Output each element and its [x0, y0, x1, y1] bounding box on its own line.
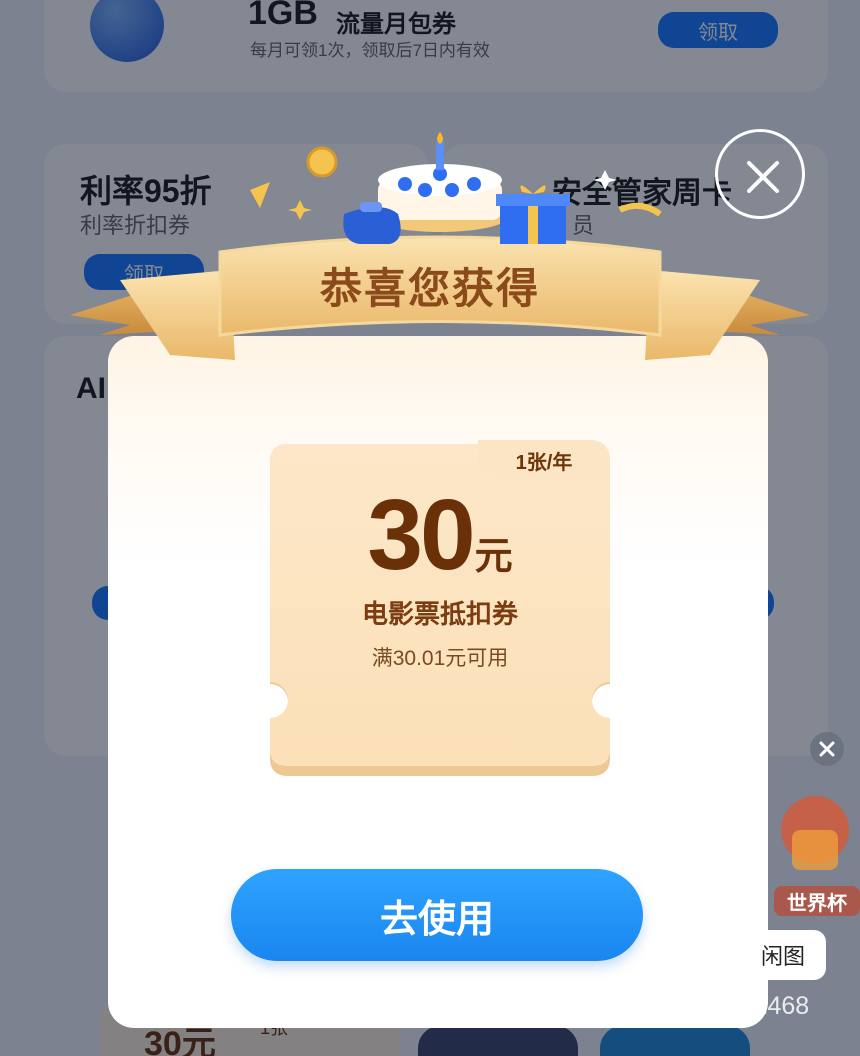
modal-title: 恭喜您获得 [319, 265, 540, 312]
share-image-button[interactable]: 闲图 [740, 930, 826, 980]
gift-icon [496, 185, 570, 244]
coupon-amount-value: 30 [367, 479, 475, 591]
coupon-amount: 30元 [270, 478, 610, 593]
coupon-name: 电影票抵扣券 [361, 599, 518, 629]
float-ad-label: 世界杯 [774, 886, 860, 916]
modal-close-button[interactable] [715, 129, 805, 219]
world-cup-float-ad[interactable]: 世界杯 [770, 790, 860, 920]
close-icon [819, 741, 835, 757]
use-coupon-button[interactable]: 去使用 [231, 869, 643, 961]
coupon-quantity-badge: 1张/年 [478, 440, 610, 480]
coupon-condition: 满30.01元可用 [371, 647, 509, 670]
float-ad-close-button[interactable] [810, 732, 844, 766]
watermark: 闲鱼号：TB_7301468 [566, 992, 810, 1020]
close-icon [747, 161, 779, 193]
coupon-amount-unit: 元 [474, 536, 513, 578]
trophy-icon [781, 796, 849, 870]
coin-icon [306, 146, 338, 178]
